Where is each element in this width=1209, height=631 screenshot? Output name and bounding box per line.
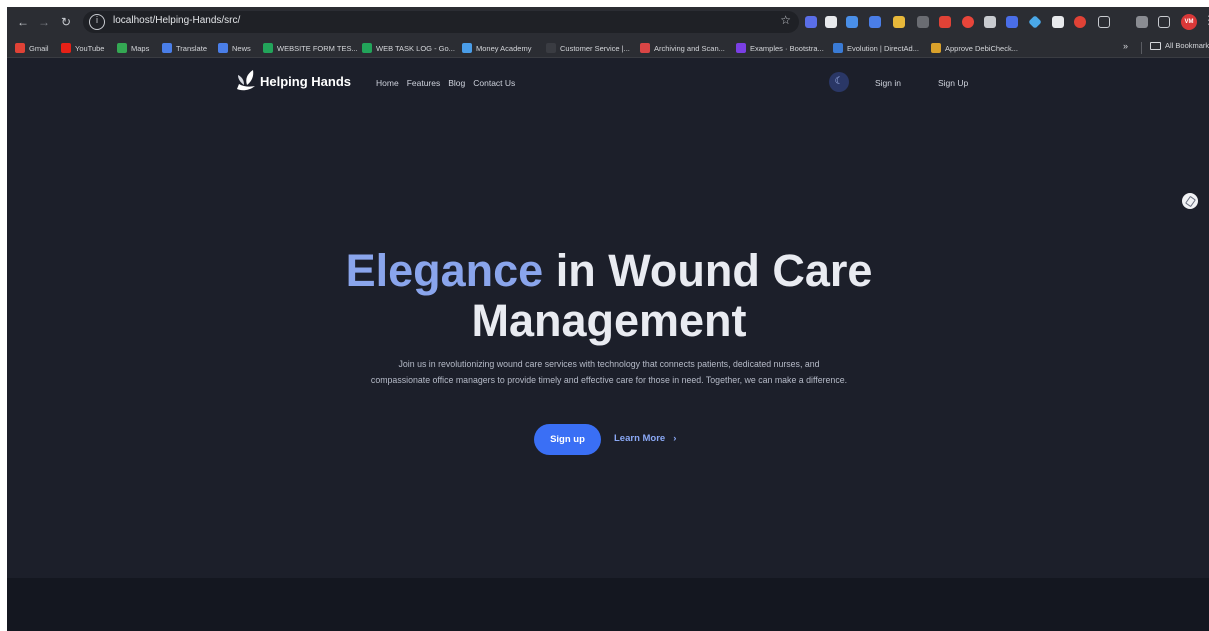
side-panel-icon[interactable] <box>1158 16 1170 28</box>
sign-up-link[interactable]: Sign Up <box>938 78 968 88</box>
gmail-icon <box>15 43 25 53</box>
sign-in-link[interactable]: Sign in <box>875 78 901 88</box>
extension-icon[interactable] <box>1052 16 1064 28</box>
nav-blog[interactable]: Blog <box>448 78 465 88</box>
extension-icon[interactable] <box>1074 16 1086 28</box>
reading-list-icon[interactable] <box>1136 16 1148 28</box>
bookmarks-divider <box>1141 42 1142 54</box>
debicheck-icon <box>931 43 941 53</box>
hero-headline: Elegance in Wound Care Management <box>7 246 1209 346</box>
academy-icon <box>462 43 472 53</box>
bookmark-item[interactable]: YouTube <box>61 41 104 55</box>
page-icon <box>546 43 556 53</box>
sheets-icon <box>362 43 372 53</box>
hero-description: Join us in revolutionizing wound care se… <box>370 359 848 385</box>
next-section <box>7 578 1209 631</box>
bookmark-item[interactable]: Examples · Bootstra... <box>736 41 824 55</box>
bookmark-item[interactable]: Maps <box>117 41 149 55</box>
bookmark-item[interactable]: Gmail <box>15 41 49 55</box>
url-text: localhost/Helping-Hands/src/ <box>113 15 241 26</box>
bookmark-star-icon[interactable]: ☆ <box>780 13 791 27</box>
browser-toolbar: ← → ↻ i localhost/Helping-Hands/src/ ☆ V… <box>7 7 1209 37</box>
bookmark-item[interactable]: News <box>218 41 251 55</box>
moon-icon[interactable]: ☾ <box>829 72 849 92</box>
extension-icon[interactable] <box>1028 15 1042 29</box>
profile-avatar[interactable]: VM <box>1181 14 1197 30</box>
bookmarks-bar: Gmail YouTube Maps Translate News WEBSIT… <box>7 37 1209 58</box>
archive-icon <box>640 43 650 53</box>
site-info-icon[interactable]: i <box>89 14 105 30</box>
bootstrap-icon <box>736 43 746 53</box>
extension-icon[interactable] <box>939 16 951 28</box>
address-bar[interactable]: i localhost/Helping-Hands/src/ ☆ <box>83 11 799 33</box>
translate-icon <box>162 43 172 53</box>
back-arrow-icon[interactable]: ← <box>15 14 31 30</box>
bookmark-item[interactable]: Approve DebiCheck... <box>931 41 1018 55</box>
headline-accent: Elegance <box>345 245 544 296</box>
bookmark-item[interactable]: Archiving and Scan... <box>640 41 725 55</box>
nav-features[interactable]: Features <box>407 78 441 88</box>
menu-dots-icon[interactable]: ⋮ <box>1203 13 1209 27</box>
extension-icon[interactable] <box>1006 16 1018 28</box>
nav-home[interactable]: Home <box>376 78 399 88</box>
bookmark-item[interactable]: Translate <box>162 41 207 55</box>
extension-icon[interactable] <box>825 16 837 28</box>
headline-rest: in Wound Care <box>555 245 873 296</box>
brand-name: Helping Hands <box>260 73 352 89</box>
bookmark-item[interactable]: WEBSITE FORM TES... <box>263 41 358 55</box>
leaf-hand-icon <box>235 69 257 93</box>
extension-icon[interactable] <box>869 16 881 28</box>
youtube-icon <box>61 43 71 53</box>
brand-logo[interactable]: Helping Hands <box>235 69 351 93</box>
evolution-icon <box>833 43 843 53</box>
bookmark-item[interactable]: Customer Service |... <box>546 41 630 55</box>
helping-hands-page: Helping Hands Home Features Blog Contact… <box>7 58 1209 631</box>
bookmark-item[interactable]: WEB TASK LOG - Go... <box>362 41 455 55</box>
extension-icon[interactable] <box>893 16 905 28</box>
learn-more-link[interactable]: Learn More › <box>614 433 676 444</box>
hero-sign-up-button[interactable]: Sign up <box>534 424 601 455</box>
extension-icon[interactable] <box>846 16 858 28</box>
extension-icon[interactable] <box>805 16 817 28</box>
extension-icon[interactable] <box>917 16 929 28</box>
folder-icon <box>1150 41 1161 50</box>
main-nav: Home Features Blog Contact Us <box>376 78 515 88</box>
extension-icon[interactable] <box>962 16 974 28</box>
headline-line2: Management <box>471 295 747 346</box>
news-icon <box>218 43 228 53</box>
learn-more-label: Learn More <box>614 433 666 444</box>
bookmark-item[interactable]: Money Academy <box>462 41 531 55</box>
chevron-right-icon: › <box>673 433 677 444</box>
reload-icon[interactable]: ↻ <box>58 14 74 30</box>
forward-arrow-icon[interactable]: → <box>36 14 52 30</box>
sheets-icon <box>263 43 273 53</box>
browser-window: ← → ↻ i localhost/Helping-Hands/src/ ☆ V… <box>7 7 1209 631</box>
nav-contact-us[interactable]: Contact Us <box>473 78 515 88</box>
maps-icon <box>117 43 127 53</box>
more-bookmarks-chevron[interactable]: » <box>1123 41 1128 51</box>
all-bookmarks-folder[interactable]: All Bookmarks <box>1150 41 1209 50</box>
extensions-puzzle-icon[interactable] <box>1098 16 1110 28</box>
bookmark-item[interactable]: Evolution | DirectAd... <box>833 41 919 55</box>
extension-icon[interactable] <box>984 16 996 28</box>
floating-widget-icon[interactable] <box>1182 193 1198 209</box>
